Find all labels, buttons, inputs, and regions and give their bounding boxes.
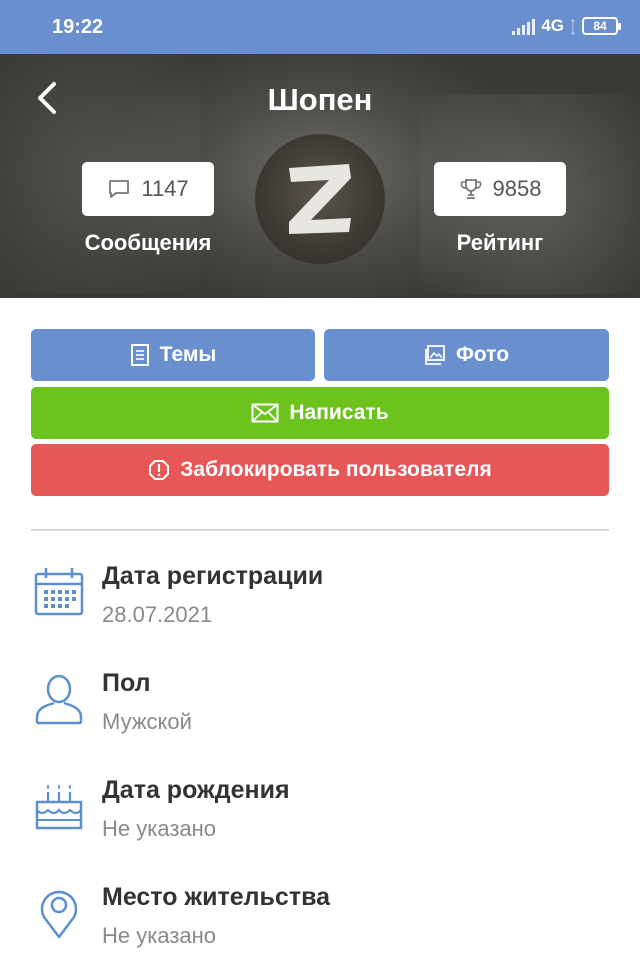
section-divider [31,529,609,531]
network-arrows-icon: ↑ ↓ [570,15,576,37]
photo-button-label: Фото [455,343,510,366]
block-warning-icon [149,460,170,480]
profile-header: Шопен 1147 Сообщения Z 9858 Рейтинг [0,54,640,298]
network-type: 4G [541,16,564,35]
write-button-label: Написать [289,401,389,424]
info-value: Мужской [102,709,192,734]
info-value: Не указано [102,923,217,948]
messages-count: 1147 [141,176,189,201]
info-residence: Место жительства Не указано [0,883,640,957]
block-user-button[interactable]: Заблокировать пользователя [31,444,609,496]
image-icon [425,345,445,365]
document-icon [130,344,149,366]
topics-button-label: Темы [159,343,217,366]
info-registration-date: Дата регистрации 28.07.2021 [0,562,640,652]
birthday-cake-icon [35,784,83,830]
avatar-image: Z [255,134,351,234]
rating-label: Рейтинг [456,230,544,255]
write-message-button[interactable]: Написать [31,387,609,439]
info-value: 28.07.2021 [102,602,213,627]
messages-label: Сообщения [84,230,212,255]
info-gender: Пол Мужской [0,669,640,759]
messages-count-card[interactable]: 1147 [82,162,214,216]
signal-icon [512,17,536,35]
chat-bubble-icon [109,180,130,198]
info-label: Место жительства [102,883,331,911]
battery-icon: 84 [582,17,621,35]
location-pin-icon [40,890,78,939]
photo-button[interactable]: Фото [324,329,609,381]
block-button-label: Заблокировать пользователя [180,458,492,481]
battery-level: 84 [593,19,607,33]
topics-button[interactable]: Темы [31,329,315,381]
info-value: Не указано [102,816,217,841]
envelope-icon [251,403,279,423]
info-label: Пол [102,669,151,697]
status-indicators: 4G ↑ ↓ 84 [512,15,621,37]
calendar-icon [34,568,84,616]
avatar[interactable]: Z [255,134,385,264]
rating-count-card[interactable]: 9858 [434,162,566,216]
avatar-letter: Z [255,134,265,138]
info-label: Дата рождения [102,776,290,804]
user-icon [35,674,83,725]
info-label: Дата регистрации [102,562,324,590]
info-birth-date: Дата рождения Не указано [0,776,640,866]
status-time: 19:22 [52,16,104,38]
status-bar: 19:22 4G ↑ ↓ 84 [0,0,640,54]
page-title: Шопен [267,82,373,117]
trophy-icon [460,179,481,199]
rating-count: 9858 [492,176,542,201]
